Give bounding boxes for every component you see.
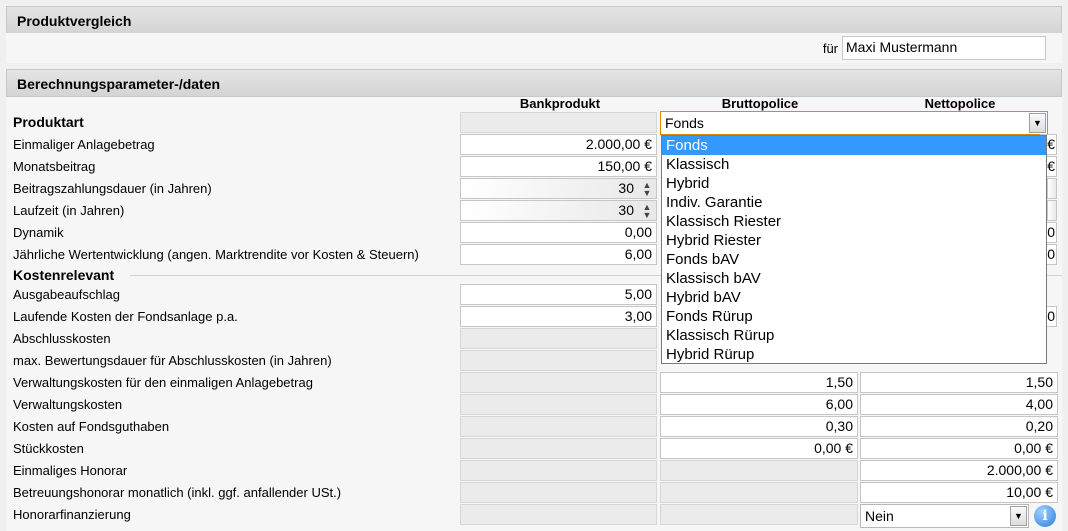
row-label-betreuungshonorar: Betreuungshonorar monatlich (inkl. ggf. …: [13, 485, 342, 500]
row-label-verwaltungskosten: Verwaltungskosten: [13, 397, 123, 412]
dropdown-option[interactable]: Fonds: [662, 136, 1046, 155]
dropdown-option[interactable]: Klassisch: [662, 155, 1046, 174]
dropdown-option[interactable]: Hybrid Riester: [662, 231, 1046, 250]
honorar-netto-input[interactable]: 2.000,00 €: [860, 460, 1058, 481]
monatsbeitrag-bank-input[interactable]: 150,00 €: [460, 156, 657, 177]
stueckkosten-netto-input[interactable]: 0,00 €: [860, 438, 1058, 459]
row-label-ausgabeaufschlag: Ausgabeaufschlag: [13, 287, 120, 302]
dropdown-option[interactable]: Hybrid: [662, 174, 1046, 193]
abschlusskosten-bank-cell: [460, 328, 657, 349]
finanzierung-bank-cell: [460, 504, 657, 525]
dropdown-option[interactable]: Klassisch Riester: [662, 212, 1046, 231]
row-label-produktart: Produktart: [13, 114, 84, 130]
fondsguthaben-netto-input[interactable]: 0,20: [860, 416, 1058, 437]
client-name-input[interactable]: Maxi Mustermann: [842, 36, 1046, 60]
einmalig-bank-input[interactable]: 2.000,00 €: [460, 134, 657, 155]
finanzierung-selected-value: Nein: [865, 508, 894, 524]
stueckkosten-bank-cell: [460, 438, 657, 459]
laufende-kosten-bank-input[interactable]: 3,00: [460, 306, 657, 327]
verwaltung-einmalig-netto-input[interactable]: 1,50: [860, 372, 1058, 393]
column-header-brutto: Bruttopolice: [721, 96, 799, 111]
row-label-beitragsdauer: Beitragszahlungsdauer (in Jahren): [13, 181, 212, 196]
row-label-wertentwicklung: Jährliche Wertentwicklung (angen. Marktr…: [13, 247, 419, 262]
verwaltungskosten-brutto-input[interactable]: 6,00: [660, 394, 858, 415]
chevron-down-icon[interactable]: ▼: [1010, 506, 1027, 526]
dropdown-option[interactable]: Hybrid Rürup: [662, 345, 1046, 364]
panel-header-parameter: Berechnungsparameter-/daten: [6, 69, 1062, 97]
laufzeit-netto-stepper[interactable]: [1047, 200, 1057, 221]
verwaltung-einmalig-bank-cell: [460, 372, 657, 393]
section-label-kostenrelevant: Kostenrelevant: [13, 267, 115, 283]
dropdown-option[interactable]: Fonds Rürup: [662, 307, 1046, 326]
dropdown-option[interactable]: Fonds bAV: [662, 250, 1046, 269]
chevron-down-icon[interactable]: ▼: [1029, 113, 1046, 133]
spinner-arrows-icon[interactable]: ▲ ▼: [640, 203, 654, 220]
dropdown-option[interactable]: Indiv. Garantie: [662, 193, 1046, 212]
panel-header-produktvergleich: Produktvergleich: [6, 6, 1062, 34]
honorar-brutto-cell: [660, 460, 858, 481]
stueckkosten-brutto-input[interactable]: 0,00 €: [660, 438, 858, 459]
column-header-netto: Nettopolice: [924, 96, 996, 111]
row-label-fondsguthaben: Kosten auf Fondsguthaben: [13, 419, 170, 434]
wertentwicklung-bank-input[interactable]: 6,00: [460, 244, 657, 265]
beitragsdauer-bank-stepper[interactable]: 30 ▲ ▼: [460, 178, 657, 199]
dropdown-option[interactable]: Klassisch Rürup: [662, 326, 1046, 345]
finanzierung-brutto-cell: [660, 504, 858, 525]
laufzeit-bank-stepper[interactable]: 30 ▲ ▼: [460, 200, 657, 221]
produktart-dropdown-list: Fonds Klassisch Hybrid Indiv. Garantie Klass…: [661, 135, 1047, 364]
produktart-bank-cell: [460, 112, 657, 133]
betreuung-bank-cell: [460, 482, 657, 503]
row-label-abschlusskosten: Abschlusskosten: [13, 331, 111, 346]
verwaltung-einmalig-brutto-input[interactable]: 1,50: [660, 372, 858, 393]
dynamik-bank-input[interactable]: 0,00: [460, 222, 657, 243]
produktart-selected-value: Fonds: [665, 115, 704, 131]
row-label-monatsbeitrag: Monatsbeitrag: [13, 159, 96, 174]
fondsguthaben-brutto-input[interactable]: 0,30: [660, 416, 858, 437]
verwaltungskosten-netto-input[interactable]: 4,00: [860, 394, 1058, 415]
fuer-label: für: [822, 41, 838, 56]
dropdown-option[interactable]: Klassisch bAV: [662, 269, 1046, 288]
client-row: für Maxi Mustermann: [6, 33, 1062, 63]
info-icon[interactable]: i: [1034, 505, 1056, 527]
ausgabeaufschlag-bank-input[interactable]: 5,00: [460, 284, 657, 305]
row-label-bewertungsdauer: max. Bewertungsdauer für Abschlusskosten…: [13, 353, 332, 368]
stepper-value: 30: [618, 202, 634, 218]
column-header-bank: Bankprodukt: [519, 96, 601, 111]
panel-title: Berechnungsparameter-/daten: [17, 76, 221, 92]
betreuung-brutto-cell: [660, 482, 858, 503]
dropdown-option[interactable]: Hybrid bAV: [662, 288, 1046, 307]
honorar-bank-cell: [460, 460, 657, 481]
row-label-stueckkosten: Stückkosten: [13, 441, 84, 456]
produktart-brutto-select[interactable]: Fonds ▼: [660, 111, 1048, 135]
row-label-honorarfinanzierung: Honorarfinanzierung: [13, 507, 131, 522]
fondsguthaben-bank-cell: [460, 416, 657, 437]
bewertungsdauer-bank-cell: [460, 350, 657, 371]
spinner-arrows-icon[interactable]: ▲ ▼: [640, 181, 654, 198]
row-label-einmaliges-honorar: Einmaliges Honorar: [13, 463, 128, 478]
beitragsdauer-netto-stepper[interactable]: [1047, 178, 1057, 199]
panel-title: Produktvergleich: [17, 13, 132, 29]
stepper-value: 30: [618, 180, 634, 196]
honorarfinanzierung-select[interactable]: Nein ▼: [860, 504, 1029, 528]
row-label-verwaltung-einmalig: Verwaltungskosten für den einmaligen Anl…: [13, 375, 313, 390]
row-label-laufzeit: Laufzeit (in Jahren): [13, 203, 125, 218]
row-label-dynamik: Dynamik: [13, 225, 64, 240]
betreuung-netto-input[interactable]: 10,00 €: [860, 482, 1058, 503]
verwaltungskosten-bank-cell: [460, 394, 657, 415]
row-label-einmalig: Einmaliger Anlagebetrag: [13, 137, 155, 152]
row-label-laufende-kosten: Laufende Kosten der Fondsanlage p.a.: [13, 309, 238, 324]
